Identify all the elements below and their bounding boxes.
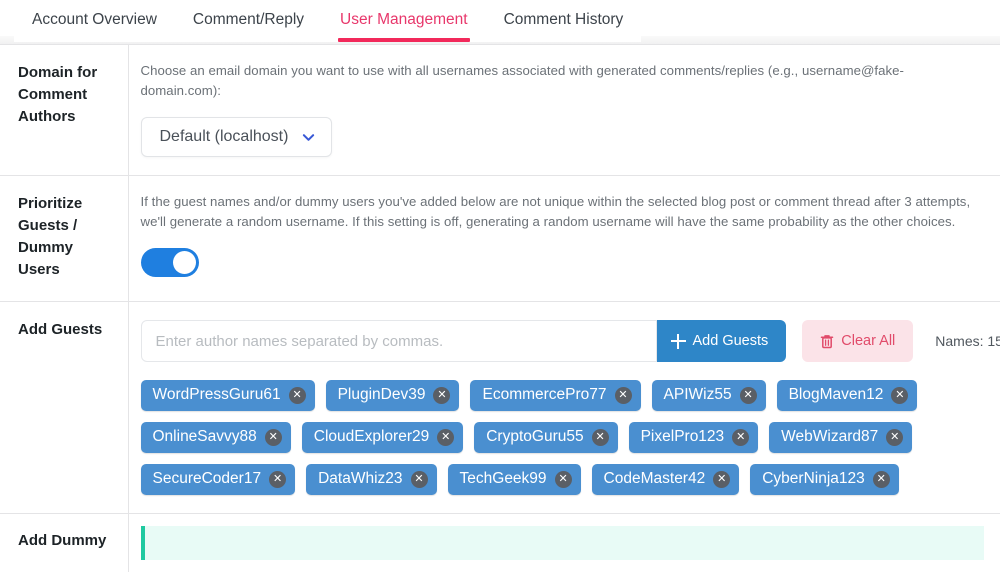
guest-tag-label: CloudExplorer29: [314, 427, 429, 447]
guest-tag-label: CyberNinja123: [762, 469, 865, 489]
close-icon[interactable]: ✕: [411, 471, 428, 488]
row-label-domain: Domain for Comment Authors: [0, 45, 128, 176]
close-icon[interactable]: ✕: [265, 429, 282, 446]
close-icon[interactable]: ✕: [555, 471, 572, 488]
guest-tag: CodeMaster42 ✕: [592, 464, 740, 495]
close-icon[interactable]: ✕: [437, 429, 454, 446]
domain-description: Choose an email domain you want to use w…: [141, 61, 985, 101]
row-content-add-dummy: [128, 514, 1000, 572]
tab-user-management[interactable]: User Management: [322, 0, 486, 42]
close-icon[interactable]: ✕: [891, 387, 908, 404]
domain-select[interactable]: Default (localhost): [141, 117, 333, 157]
guest-tag: APIWiz55 ✕: [652, 380, 766, 411]
close-icon[interactable]: ✕: [592, 429, 609, 446]
guest-tag-label: SecureCoder17: [153, 469, 262, 489]
tab-list: Account Overview: [14, 0, 175, 42]
close-icon[interactable]: ✕: [732, 429, 749, 446]
close-icon[interactable]: ✕: [873, 471, 890, 488]
close-icon[interactable]: ✕: [886, 429, 903, 446]
close-icon[interactable]: ✕: [713, 471, 730, 488]
dummy-notice: [141, 526, 985, 560]
settings-table: Domain for Comment Authors Choose an ema…: [0, 44, 1000, 572]
chevron-down-icon: [302, 131, 315, 144]
settings-row-add-guests: Add Guests Add Guests: [0, 302, 1000, 514]
tab-comment-reply[interactable]: Comment/Reply: [175, 0, 322, 42]
row-label-add-guests: Add Guests: [0, 302, 128, 514]
close-icon[interactable]: ✕: [615, 387, 632, 404]
guest-tag-list: WordPressGuru61✕PluginDev39✕EcommercePro…: [141, 380, 985, 495]
close-icon[interactable]: ✕: [269, 471, 286, 488]
guest-tag: SecureCoder17 ✕: [141, 464, 296, 495]
row-label-add-dummy: Add Dummy: [0, 514, 128, 572]
plus-icon: [671, 334, 686, 349]
row-content-add-guests: Add Guests Clear All: [128, 302, 1000, 514]
close-icon[interactable]: ✕: [433, 387, 450, 404]
add-guests-button-label: Add Guests: [693, 333, 769, 349]
guest-tag-label: BlogMaven12: [789, 385, 884, 405]
guest-tag-label: WordPressGuru61: [153, 385, 281, 405]
guest-tag: DataWhiz23 ✕: [306, 464, 436, 495]
guest-tag-label: WebWizard87: [781, 427, 878, 447]
trash-icon: [820, 334, 834, 349]
tab-account-overview[interactable]: Account Overview: [14, 0, 175, 42]
guest-tag-label: CodeMaster42: [604, 469, 706, 489]
domain-select-value: Default (localhost): [160, 128, 289, 146]
guest-tag: PluginDev39 ✕: [326, 380, 460, 411]
guest-tag: TechGeek99 ✕: [448, 464, 581, 495]
names-count: Names: 15: [935, 333, 1000, 349]
settings-row-domain: Domain for Comment Authors Choose an ema…: [0, 45, 1000, 176]
tab-comment-history[interactable]: Comment History: [486, 0, 642, 42]
tab-list-item-wrap-4: Comment History: [486, 0, 642, 42]
settings-row-prioritize: Prioritize Guests / Dummy Users If the g…: [0, 176, 1000, 302]
guest-tag: PixelPro123 ✕: [629, 422, 759, 453]
tab-list-item-wrap-2: Comment/Reply: [175, 0, 322, 42]
guest-tag-label: CryptoGuru55: [486, 427, 583, 447]
guest-tag: CloudExplorer29 ✕: [302, 422, 463, 453]
add-guests-controls: Add Guests Clear All: [141, 320, 985, 362]
row-content-domain: Choose an email domain you want to use w…: [128, 45, 1000, 176]
row-content-prioritize: If the guest names and/or dummy users yo…: [128, 176, 1000, 302]
guest-tag: CryptoGuru55 ✕: [474, 422, 617, 453]
add-guests-input[interactable]: [141, 320, 657, 362]
close-icon[interactable]: ✕: [289, 387, 306, 404]
add-guests-button[interactable]: Add Guests: [657, 320, 787, 362]
clear-all-button[interactable]: Clear All: [802, 320, 913, 362]
guest-tag: CyberNinja123 ✕: [750, 464, 899, 495]
guest-tag: OnlineSavvy88 ✕: [141, 422, 291, 453]
guest-tag: EcommercePro77 ✕: [470, 380, 640, 411]
guest-tag-label: APIWiz55: [664, 385, 732, 405]
row-label-prioritize: Prioritize Guests / Dummy Users: [0, 176, 128, 302]
tab-list-item-wrap-3: User Management: [322, 0, 486, 42]
guest-tag: WordPressGuru61 ✕: [141, 380, 315, 411]
guest-tag-label: DataWhiz23: [318, 469, 402, 489]
guest-tag-label: PixelPro123: [641, 427, 725, 447]
prioritize-description: If the guest names and/or dummy users yo…: [141, 192, 985, 232]
guest-tag-label: EcommercePro77: [482, 385, 606, 405]
guest-tag-label: PluginDev39: [338, 385, 426, 405]
guest-tag: BlogMaven12 ✕: [777, 380, 918, 411]
guest-tag: WebWizard87 ✕: [769, 422, 912, 453]
clear-all-button-label: Clear All: [841, 333, 895, 349]
guest-tag-label: TechGeek99: [460, 469, 547, 489]
close-icon[interactable]: ✕: [740, 387, 757, 404]
prioritize-toggle[interactable]: [141, 248, 199, 277]
tab-bar: Account Overview Comment/Reply User Mana…: [0, 0, 1000, 44]
toggle-knob: [173, 251, 196, 274]
guest-tag-label: OnlineSavvy88: [153, 427, 257, 447]
settings-row-add-dummy: Add Dummy: [0, 514, 1000, 572]
